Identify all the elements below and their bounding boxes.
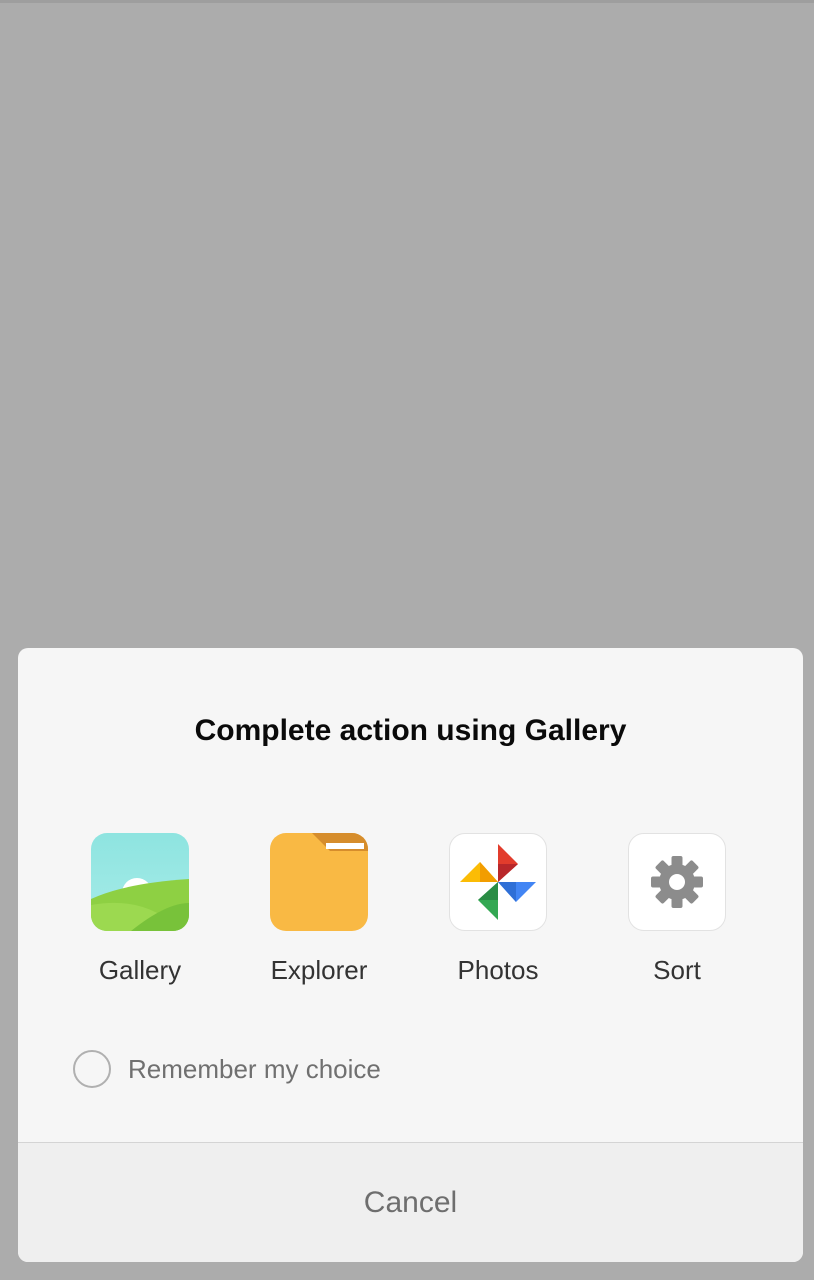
dialog-title: Complete action using Gallery <box>194 714 627 747</box>
app-option-gallery[interactable]: Gallery <box>60 833 220 993</box>
gallery-icon <box>91 833 189 931</box>
app-label-gallery: Gallery <box>98 955 182 985</box>
gear-icon <box>628 833 726 931</box>
remember-choice-label: Remember my choice <box>128 1053 381 1084</box>
app-label-sort: Sort <box>653 955 701 985</box>
app-grid: Gallery Explorer Photos Sort <box>18 833 803 993</box>
app-option-explorer[interactable]: Explorer <box>239 833 399 993</box>
app-chooser-dialog: Complete action using Gallery Gallery Ex… <box>18 648 803 1262</box>
app-label-explorer: Explorer <box>270 955 368 985</box>
pinwheel-icon <box>449 833 547 931</box>
folder-icon <box>270 833 368 931</box>
app-option-photos[interactable]: Photos <box>418 833 578 993</box>
status-edge <box>0 0 814 3</box>
cancel-button[interactable]: Cancel <box>18 1143 803 1262</box>
app-label-photos: Photos <box>457 955 539 985</box>
remember-choice-option[interactable]: Remember my choice <box>73 1048 381 1090</box>
remember-choice-radio[interactable] <box>73 1050 111 1088</box>
app-option-sort[interactable]: Sort <box>597 833 757 993</box>
